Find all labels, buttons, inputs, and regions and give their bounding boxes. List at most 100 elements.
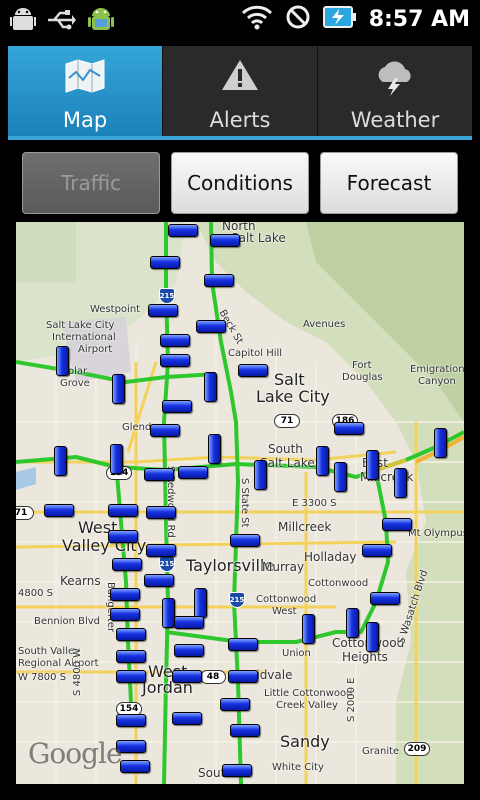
- label-mt-olympus: Mt Olympus: [408, 528, 464, 539]
- label-murray: Murray: [262, 560, 305, 574]
- label-sv-airport-1: South Valley: [18, 646, 81, 657]
- camera-marker[interactable]: [112, 558, 142, 571]
- camera-marker[interactable]: [116, 670, 146, 683]
- camera-marker[interactable]: [196, 320, 226, 333]
- label-poplar-grove-2: Grove: [60, 378, 90, 389]
- camera-marker[interactable]: [366, 450, 379, 480]
- label-slc-intl-3: Airport: [78, 344, 113, 355]
- camera-marker[interactable]: [108, 504, 138, 517]
- camera-marker[interactable]: [178, 466, 208, 479]
- camera-marker[interactable]: [160, 354, 190, 367]
- camera-marker[interactable]: [434, 428, 447, 458]
- label-w7800s: W 7800 S: [18, 672, 67, 683]
- camera-marker[interactable]: [116, 628, 146, 641]
- highway-shield: 48: [200, 670, 226, 684]
- camera-marker[interactable]: [146, 506, 176, 519]
- conditions-button[interactable]: Conditions: [171, 152, 309, 214]
- camera-marker[interactable]: [210, 234, 240, 247]
- label-salt-lake-city-2: Lake City: [256, 387, 330, 406]
- tab-alerts-label: Alerts: [209, 108, 271, 132]
- label-cottonwood-west-2: West: [272, 606, 297, 617]
- label-millcreek: Millcreek: [278, 520, 332, 534]
- camera-marker[interactable]: [334, 422, 364, 435]
- camera-marker[interactable]: [228, 638, 258, 651]
- camera-marker[interactable]: [108, 530, 138, 543]
- label-cottonwood-heights-2: Heights: [342, 650, 388, 664]
- camera-marker[interactable]: [222, 764, 252, 777]
- label-avenues: Avenues: [303, 319, 346, 330]
- label-capitol-hill: Capitol Hill: [228, 348, 283, 359]
- camera-marker[interactable]: [194, 588, 207, 618]
- traffic-map[interactable]: North Salt Lake Westpoint Salt Lake City…: [16, 222, 464, 784]
- tab-weather[interactable]: Weather: [318, 46, 472, 140]
- camera-marker[interactable]: [172, 670, 202, 683]
- camera-marker[interactable]: [316, 446, 329, 476]
- status-bar: 8:57 AM: [0, 0, 480, 38]
- warning-icon: [220, 58, 260, 97]
- camera-marker[interactable]: [254, 460, 267, 490]
- label-slc-intl-2: International: [52, 332, 116, 343]
- camera-marker[interactable]: [208, 434, 221, 464]
- label-emigration-1: Emigration: [410, 364, 464, 375]
- camera-marker[interactable]: [204, 274, 234, 287]
- camera-marker[interactable]: [160, 334, 190, 347]
- camera-marker[interactable]: [228, 670, 258, 683]
- forecast-button[interactable]: Forecast: [320, 152, 458, 214]
- tab-weather-label: Weather: [350, 108, 440, 132]
- camera-marker[interactable]: [238, 364, 268, 377]
- camera-marker[interactable]: [174, 616, 204, 629]
- camera-marker[interactable]: [56, 346, 69, 376]
- camera-marker[interactable]: [394, 468, 407, 498]
- camera-marker[interactable]: [150, 424, 180, 437]
- android-debug-icon: [10, 6, 36, 38]
- app-root: 8:57 AM Map Alerts Weather Traffic Condi…: [0, 0, 480, 800]
- tab-alerts[interactable]: Alerts: [163, 46, 318, 140]
- label-little-cottonwood-1: Little Cottonwood: [264, 688, 353, 699]
- camera-marker[interactable]: [144, 468, 174, 481]
- camera-marker[interactable]: [110, 444, 123, 474]
- tab-bar: Map Alerts Weather: [8, 46, 472, 140]
- camera-marker[interactable]: [174, 644, 204, 657]
- camera-marker[interactable]: [230, 724, 260, 737]
- camera-marker[interactable]: [110, 608, 140, 621]
- camera-marker[interactable]: [110, 588, 140, 601]
- label-glendale: Glend: [122, 422, 152, 433]
- battery-charging-icon: [322, 5, 357, 33]
- camera-marker[interactable]: [116, 650, 146, 663]
- label-cottonwood-west-1: Cottonwood: [256, 594, 317, 605]
- camera-marker[interactable]: [54, 446, 67, 476]
- camera-marker[interactable]: [144, 574, 174, 587]
- camera-marker[interactable]: [204, 372, 217, 402]
- camera-marker[interactable]: [168, 224, 198, 237]
- camera-marker[interactable]: [334, 462, 347, 492]
- camera-marker[interactable]: [302, 614, 315, 644]
- label-slc-intl-1: Salt Lake City: [46, 320, 115, 331]
- usb-icon: [46, 9, 76, 35]
- camera-marker[interactable]: [112, 374, 125, 404]
- camera-marker[interactable]: [116, 714, 146, 727]
- camera-marker[interactable]: [120, 760, 150, 773]
- camera-marker[interactable]: [362, 544, 392, 557]
- label-bennion: Bennion Blvd: [34, 616, 101, 627]
- label-holladay: Holladay: [304, 550, 357, 564]
- label-south-salt-lake-2: Salt Lake: [260, 456, 315, 470]
- no-signal-icon: [285, 4, 311, 34]
- camera-marker[interactable]: [146, 544, 176, 557]
- camera-marker[interactable]: [150, 256, 180, 269]
- camera-marker[interactable]: [346, 608, 359, 638]
- camera-marker[interactable]: [44, 504, 74, 517]
- interstate-shield: 215: [159, 288, 175, 304]
- camera-marker[interactable]: [172, 712, 202, 725]
- camera-marker[interactable]: [366, 622, 379, 652]
- camera-marker[interactable]: [220, 698, 250, 711]
- camera-marker[interactable]: [382, 518, 412, 531]
- camera-marker[interactable]: [230, 534, 260, 547]
- highway-shield: 209: [404, 742, 430, 756]
- tab-map[interactable]: Map: [8, 46, 163, 140]
- camera-marker[interactable]: [370, 592, 400, 605]
- traffic-button[interactable]: Traffic: [22, 152, 160, 214]
- label-granite: Granite: [362, 746, 400, 757]
- label-s2000e: S 2000 E: [346, 677, 357, 722]
- camera-marker[interactable]: [148, 304, 178, 317]
- camera-marker[interactable]: [162, 400, 192, 413]
